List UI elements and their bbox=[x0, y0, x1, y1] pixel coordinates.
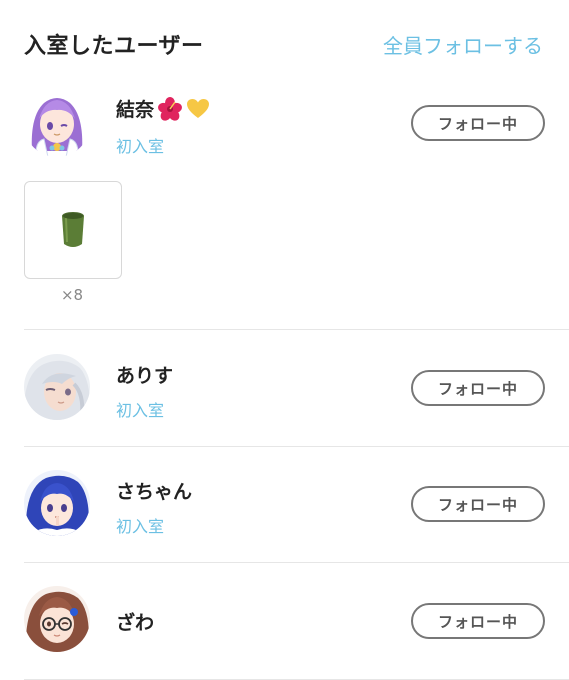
green-jar-icon bbox=[58, 210, 88, 254]
gift-count: ×8 bbox=[60, 286, 84, 304]
yellow-heart-icon bbox=[186, 97, 210, 121]
gift-card[interactable] bbox=[24, 181, 122, 279]
user-status: 初入室 bbox=[116, 137, 165, 156]
following-button[interactable]: フォロー中 bbox=[411, 603, 545, 639]
user-name: ありす bbox=[116, 365, 174, 387]
avatar[interactable] bbox=[24, 470, 90, 536]
user-name-text: 結奈 bbox=[116, 99, 155, 121]
user-name: さちゃん bbox=[116, 481, 193, 503]
avatar[interactable] bbox=[24, 586, 90, 652]
following-button[interactable]: フォロー中 bbox=[411, 370, 545, 406]
page-title: 入室したユーザー bbox=[24, 34, 204, 59]
following-button[interactable]: フォロー中 bbox=[411, 105, 545, 141]
user-name: 結奈 bbox=[116, 95, 210, 122]
following-button[interactable]: フォロー中 bbox=[411, 486, 545, 522]
divider bbox=[24, 329, 569, 330]
hibiscus-icon bbox=[158, 96, 182, 121]
avatar[interactable] bbox=[24, 354, 90, 420]
user-status: 初入室 bbox=[116, 517, 165, 536]
divider bbox=[24, 446, 569, 447]
avatar[interactable] bbox=[24, 91, 90, 157]
follow-all-button[interactable]: 全員フォローする bbox=[383, 30, 543, 59]
user-status: 初入室 bbox=[116, 401, 165, 420]
user-name: ざわ bbox=[116, 612, 155, 634]
divider bbox=[24, 562, 569, 563]
header: 入室したユーザー 全員フォローする bbox=[0, 0, 569, 84]
